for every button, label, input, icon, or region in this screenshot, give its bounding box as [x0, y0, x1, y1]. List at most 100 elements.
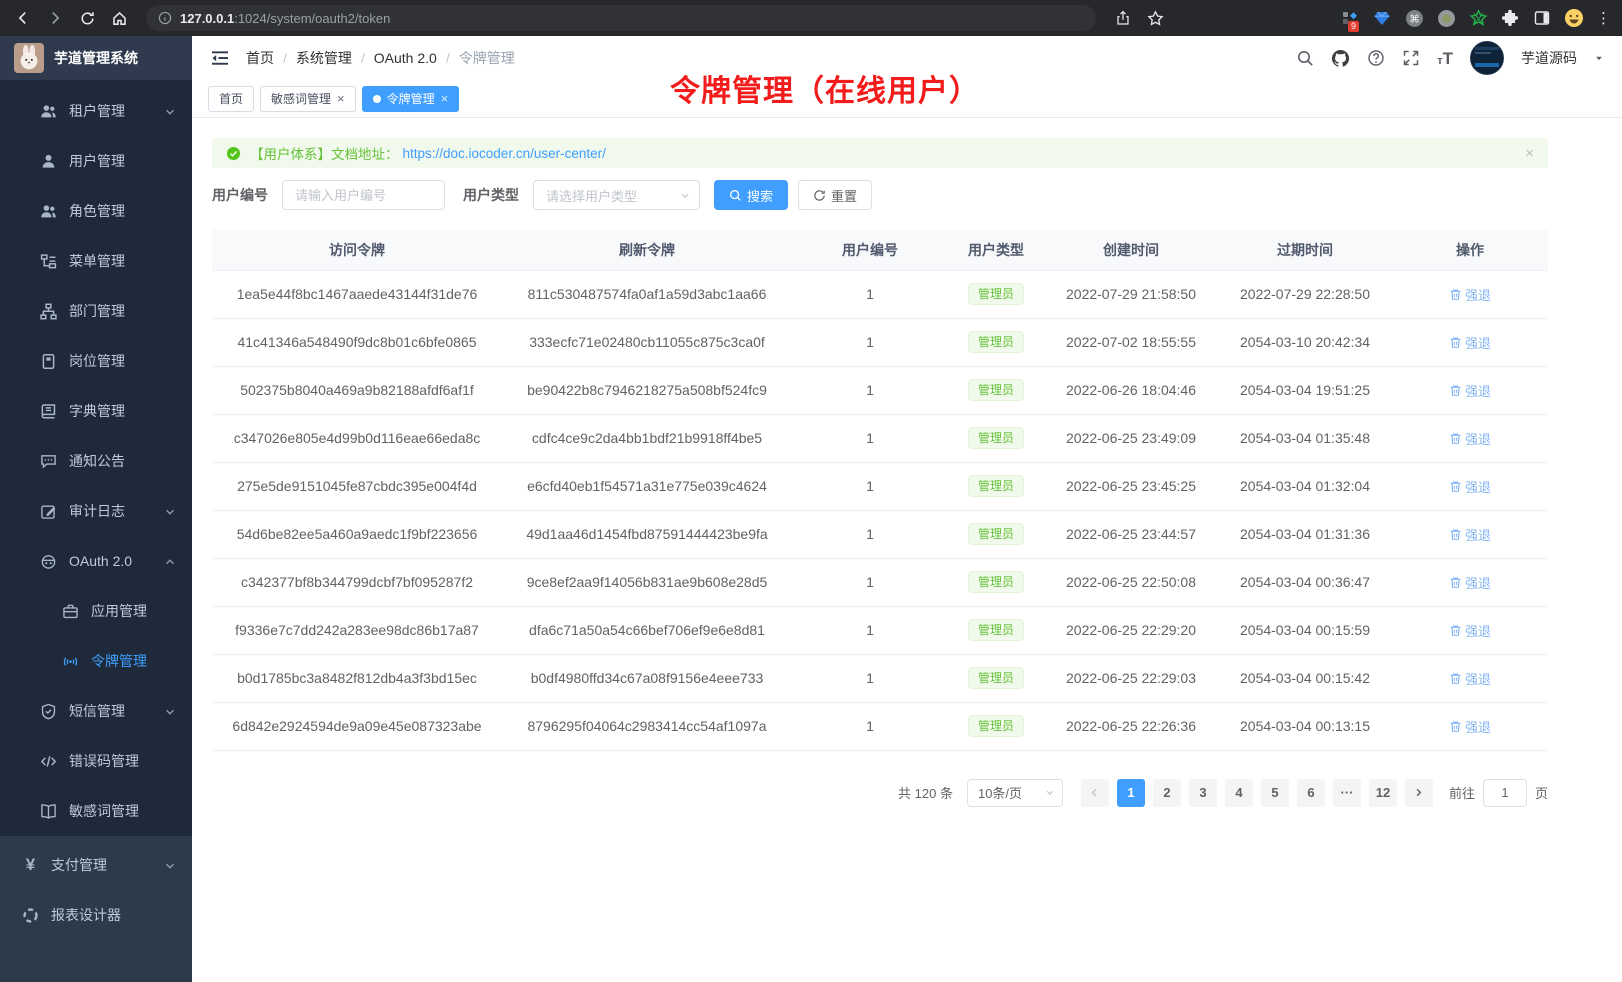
user-id-label: 用户编号 [212, 185, 268, 205]
access-token-cell: 41c41346a548490f9dc8b01c6bfe0865 [212, 318, 502, 366]
user-type-cell: 管理员 [948, 654, 1044, 702]
profile-avatar-icon[interactable] [1564, 8, 1584, 28]
user-type-badge: 管理员 [968, 715, 1024, 737]
font-size-icon[interactable]: тT [1437, 50, 1453, 67]
sidebar-item-role[interactable]: 角色管理 [0, 186, 192, 236]
tab-敏感词管理[interactable]: 敏感词管理× [260, 86, 356, 112]
user-type-select[interactable]: 请选择用户类型 [533, 180, 700, 210]
fullscreen-icon[interactable] [1402, 49, 1420, 67]
sidebar-collapse-icon[interactable] [210, 48, 230, 68]
sidebar-item-oauth2-app[interactable]: 应用管理 [0, 586, 192, 636]
sidebar-item-sms[interactable]: 短信管理 [0, 686, 192, 736]
tab-令牌管理[interactable]: 令牌管理× [362, 86, 460, 112]
search-icon[interactable] [1296, 49, 1314, 67]
breadcrumb-item[interactable]: OAuth 2.0 [374, 50, 437, 66]
sidebar-item-post[interactable]: 岗位管理 [0, 336, 192, 386]
breadcrumb-separator: / [446, 50, 450, 66]
extension-command-icon[interactable]: ⌘ [1404, 8, 1424, 28]
oauth-icon [40, 553, 57, 570]
force-logout-button[interactable]: 强退 [1449, 525, 1491, 544]
tab-首页[interactable]: 首页 [208, 86, 254, 112]
browser-chrome: 127.0.0.1:1024/system/oauth2/token 9 ⌘ ⋮ [0, 0, 1622, 36]
sidebar-item-dept[interactable]: 部门管理 [0, 286, 192, 336]
sidebar-item-errcode[interactable]: 错误码管理 [0, 736, 192, 786]
sidebar-item-sensitive[interactable]: 敏感词管理 [0, 786, 192, 836]
force-logout-button[interactable]: 强退 [1449, 477, 1491, 496]
sidebar-item-report[interactable]: 报表设计器 [0, 890, 192, 940]
github-icon[interactable] [1331, 49, 1350, 68]
help-icon[interactable] [1367, 49, 1385, 67]
force-logout-button[interactable]: 强退 [1449, 381, 1491, 400]
prev-page-button[interactable] [1081, 779, 1109, 807]
tab-close-icon[interactable]: × [441, 92, 449, 105]
page-button-6[interactable]: 6 [1297, 779, 1325, 807]
goto-suffix: 页 [1535, 783, 1548, 802]
goto-page-input[interactable] [1483, 779, 1527, 807]
search-button[interactable]: 搜索 [714, 180, 788, 210]
side-panel-icon[interactable] [1532, 8, 1552, 28]
reset-button[interactable]: 重置 [798, 180, 872, 210]
alert-close-icon[interactable]: × [1525, 145, 1534, 162]
active-tab-dot [373, 95, 381, 103]
browser-home-button[interactable] [106, 5, 132, 31]
alert-doc-link[interactable]: https://doc.iocoder.cn/user-center/ [403, 146, 606, 161]
expire-time-cell: 2054-03-04 19:51:25 [1218, 366, 1392, 414]
sidebar-item-oauth2-token[interactable]: 令牌管理 [0, 636, 192, 686]
user-avatar[interactable] [1470, 41, 1504, 75]
user-id-input[interactable] [282, 180, 445, 210]
extension-devtools-icon[interactable]: 9 [1340, 8, 1360, 28]
browser-back-button[interactable] [10, 5, 36, 31]
extension-star-icon[interactable] [1468, 8, 1488, 28]
force-logout-button[interactable]: 强退 [1449, 285, 1491, 304]
column-header: 过期时间 [1218, 230, 1392, 270]
sidebar-item-oauth2[interactable]: OAuth 2.0 [0, 536, 192, 586]
page-button-5[interactable]: 5 [1261, 779, 1289, 807]
force-logout-button[interactable]: 强退 [1449, 669, 1491, 688]
user-type-badge: 管理员 [968, 283, 1024, 305]
chevron-down-icon [164, 859, 176, 871]
browser-menu-icon[interactable]: ⋮ [1596, 9, 1612, 27]
app-logo[interactable]: 芋道管理系统 [0, 36, 192, 80]
force-logout-button[interactable]: 强退 [1449, 429, 1491, 448]
shield-icon [40, 703, 57, 720]
sidebar-item-notice[interactable]: 通知公告 [0, 436, 192, 486]
force-logout-button[interactable]: 强退 [1449, 573, 1491, 592]
bookmark-star-icon[interactable] [1142, 5, 1168, 31]
next-page-button[interactable] [1405, 779, 1433, 807]
page-button-2[interactable]: 2 [1153, 779, 1181, 807]
breadcrumb-item[interactable]: 首页 [246, 48, 274, 68]
breadcrumb-item[interactable]: 系统管理 [296, 48, 352, 68]
select-chevron-down-icon [680, 190, 690, 200]
sidebar-item-tenant[interactable]: 租户管理 [0, 86, 192, 136]
code-icon [40, 753, 57, 770]
share-icon[interactable] [1110, 5, 1136, 31]
browser-forward-button[interactable] [42, 5, 68, 31]
page-ellipsis-button[interactable]: ··· [1333, 779, 1361, 807]
sidebar-item-pay[interactable]: ¥支付管理 [0, 840, 192, 890]
browser-reload-button[interactable] [74, 5, 100, 31]
extension-badge: 9 [1348, 21, 1359, 32]
sidebar-item-user[interactable]: 用户管理 [0, 136, 192, 186]
suitcase-icon [62, 603, 79, 620]
force-logout-button[interactable]: 强退 [1449, 621, 1491, 640]
page-button-12[interactable]: 12 [1369, 779, 1397, 807]
user-menu-caret-icon[interactable] [1594, 53, 1604, 63]
site-info-icon[interactable] [158, 11, 172, 25]
user-type-cell: 管理员 [948, 702, 1044, 750]
user-name[interactable]: 芋道源码 [1521, 48, 1577, 68]
force-logout-button[interactable]: 强退 [1449, 717, 1491, 736]
page-button-4[interactable]: 4 [1225, 779, 1253, 807]
extensions-puzzle-icon[interactable] [1500, 8, 1520, 28]
trash-icon [1449, 480, 1462, 493]
page-button-3[interactable]: 3 [1189, 779, 1217, 807]
sidebar-item-dict[interactable]: 字典管理 [0, 386, 192, 436]
sidebar-item-menu[interactable]: 菜单管理 [0, 236, 192, 286]
force-logout-button[interactable]: 强退 [1449, 333, 1491, 352]
page-button-1[interactable]: 1 [1117, 779, 1145, 807]
tab-close-icon[interactable]: × [337, 92, 345, 105]
sidebar-item-audit-log[interactable]: 审计日志 [0, 486, 192, 536]
extension-record-icon[interactable] [1436, 8, 1456, 28]
page-size-select[interactable]: 10条/页 [967, 779, 1063, 807]
url-bar[interactable]: 127.0.0.1:1024/system/oauth2/token [146, 5, 1096, 31]
extension-gem-icon[interactable] [1372, 8, 1392, 28]
